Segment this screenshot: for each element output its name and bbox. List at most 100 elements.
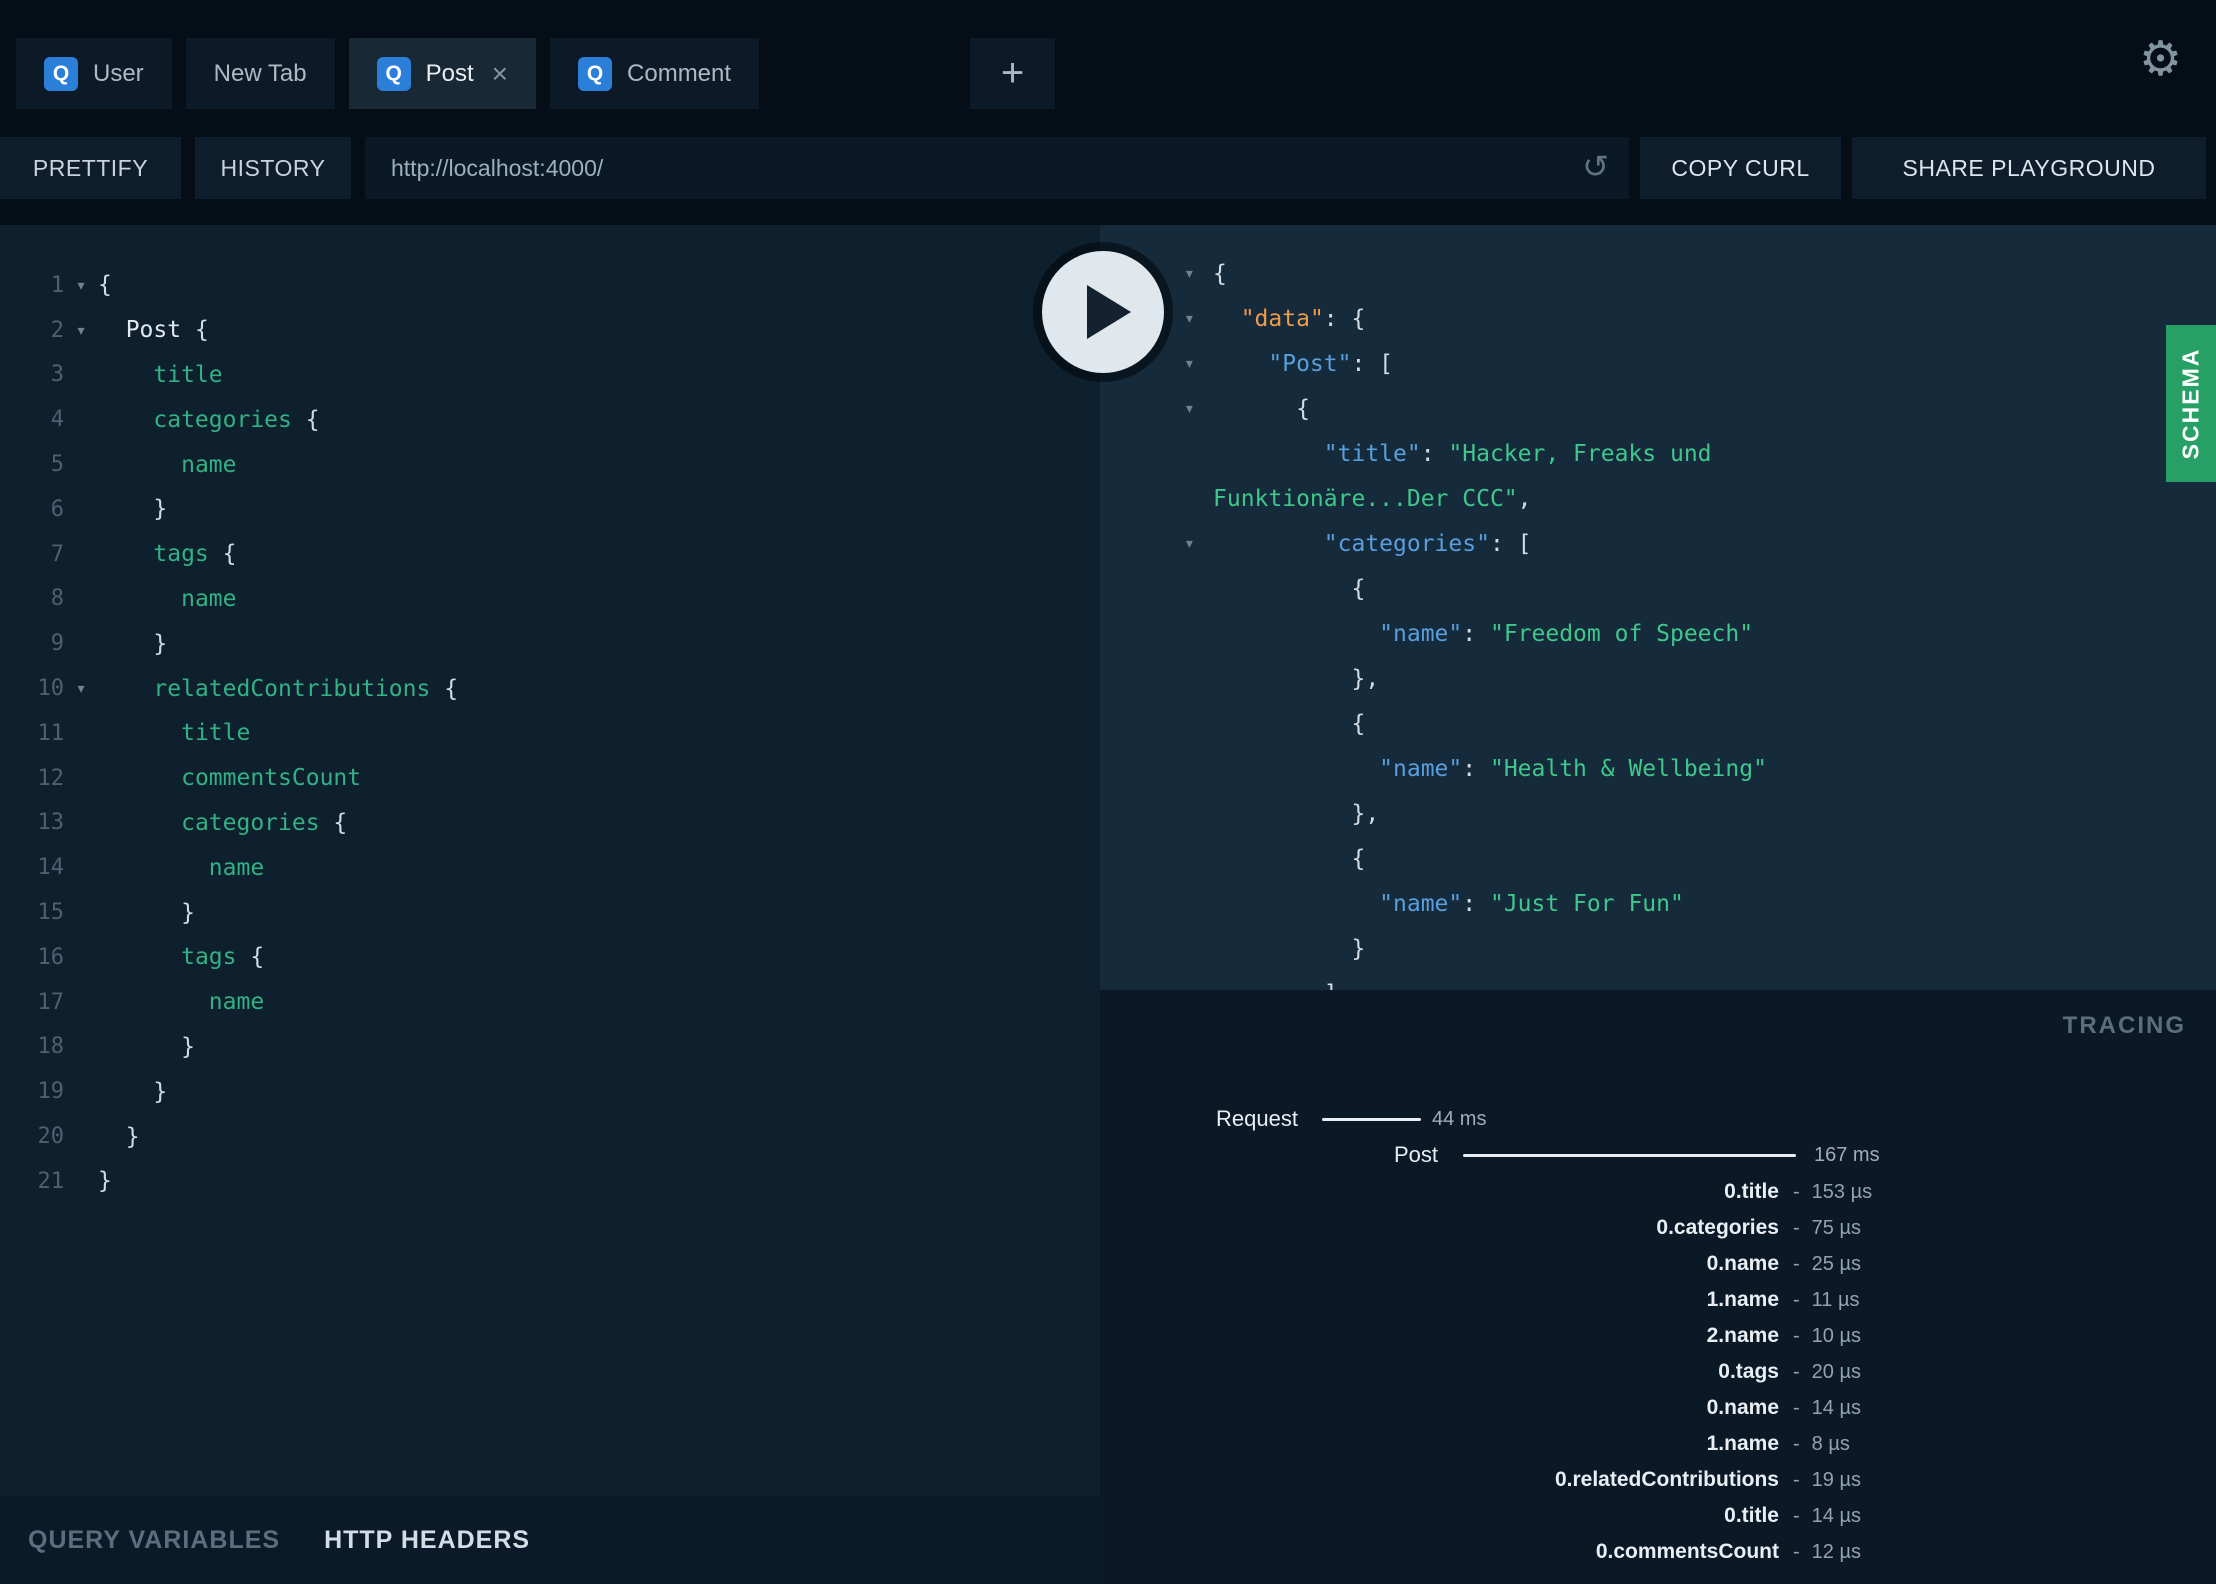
response-line: }, bbox=[1100, 656, 2216, 701]
tracing-field-row: 0.relatedContributions -19 µs bbox=[1100, 1462, 2216, 1498]
code-text: commentsCount bbox=[181, 765, 362, 792]
code-text: } bbox=[98, 1123, 140, 1150]
response-line: ▾{ bbox=[1100, 251, 2216, 296]
history-button[interactable]: HISTORY bbox=[195, 137, 351, 199]
code-text: { bbox=[1213, 575, 1366, 602]
line-number: 21 bbox=[37, 1168, 65, 1194]
code-text: title bbox=[153, 361, 223, 388]
code-text: { bbox=[98, 272, 112, 299]
fold-arrow-icon[interactable]: ▾ bbox=[1100, 533, 1213, 554]
http-headers-tab[interactable]: HTTP HEADERS bbox=[324, 1526, 530, 1555]
tab-comment[interactable]: Q Comment bbox=[550, 38, 760, 109]
code-text: }, bbox=[1213, 800, 1380, 827]
tracing-field-label: 0.name bbox=[1706, 1252, 1779, 1275]
tracing-field-value: 11 µs bbox=[1811, 1288, 1860, 1311]
code-text: name bbox=[208, 854, 265, 881]
tab-user[interactable]: Q User bbox=[16, 38, 172, 109]
query-badge-icon: Q bbox=[578, 56, 613, 91]
code-text: }, bbox=[1213, 665, 1380, 692]
code-text: ] bbox=[1213, 981, 1338, 991]
query-variables-tab[interactable]: QUERY VARIABLES bbox=[28, 1526, 280, 1555]
code-text: } bbox=[98, 496, 168, 523]
tracing-field-row: 1.name -11 µs bbox=[1100, 1282, 2216, 1318]
query-badge-icon: Q bbox=[44, 56, 78, 91]
query-editor[interactable]: 1 ▾{2 ▾ Post {3 title 4 categories {5 name 6… bbox=[0, 225, 1100, 1496]
query-line: 6 } bbox=[0, 487, 1100, 532]
tracing-field-value: 8 µs bbox=[1811, 1432, 1850, 1455]
tracing-field-row: 0.title -153 µs bbox=[1100, 1174, 2216, 1210]
tab-label: User bbox=[93, 59, 144, 87]
tracing-field-row: 2.name -10 µs bbox=[1100, 1318, 2216, 1354]
tracing-span-bar bbox=[1463, 1154, 1796, 1157]
line-number: 5 bbox=[50, 452, 64, 478]
play-icon bbox=[1087, 285, 1131, 339]
query-line: 10 ▾ relatedContributions { bbox=[0, 666, 1100, 711]
query-line: 9 } bbox=[0, 621, 1100, 666]
response-line: { bbox=[1100, 566, 2216, 611]
query-badge-icon: Q bbox=[376, 56, 411, 91]
code-text: } bbox=[98, 1168, 112, 1195]
endpoint-url-bar[interactable]: http://localhost:4000/ ↺ bbox=[365, 137, 1629, 199]
line-number: 18 bbox=[37, 1034, 65, 1060]
tracing-field-row: 0.tags -20 µs bbox=[1100, 1354, 2216, 1390]
tracing-span-post: Post 167 ms bbox=[1100, 1140, 2216, 1170]
line-number: 15 bbox=[37, 900, 65, 926]
prettify-button[interactable]: PRETTIFY bbox=[0, 137, 181, 199]
line-number: 7 bbox=[50, 541, 64, 567]
tab-post[interactable]: Q Post × bbox=[348, 38, 537, 109]
fold-arrow-icon[interactable]: ▾ bbox=[64, 320, 98, 341]
tracing-field-dash: - bbox=[1793, 1252, 1800, 1275]
code-text: } bbox=[98, 630, 168, 657]
code-text: tags { bbox=[153, 541, 237, 568]
tracing-field-value: 14 µs bbox=[1811, 1504, 1861, 1527]
line-number: 12 bbox=[37, 765, 65, 791]
header: Q User New Tab Q Post × Q Comment + ⚙ PRETTIFY … bbox=[0, 0, 2216, 225]
tab-new-tab[interactable]: New Tab bbox=[185, 38, 335, 109]
code-text: } bbox=[98, 899, 195, 926]
query-line: 4 categories { bbox=[0, 397, 1100, 442]
fold-arrow-icon[interactable]: ▾ bbox=[1100, 398, 1213, 419]
code-text: } bbox=[98, 1033, 195, 1060]
tracing-field-dash: - bbox=[1793, 1288, 1800, 1311]
reload-icon[interactable]: ↺ bbox=[1582, 147, 1609, 185]
tracing-field-value: 25 µs bbox=[1811, 1252, 1861, 1275]
new-tab-button[interactable]: + bbox=[970, 38, 1055, 109]
response-line: } bbox=[1100, 926, 2216, 971]
tracing-span-label: Post bbox=[1393, 1142, 1438, 1167]
copy-curl-button[interactable]: COPY CURL bbox=[1640, 137, 1841, 199]
response-line: "name": "Freedom of Speech" bbox=[1100, 611, 2216, 656]
response-viewer[interactable]: ▾{▾ "data": {▾ "Post": [▾ { "title": "Ha… bbox=[1100, 225, 2216, 990]
response-line: ▾ "categories": [ bbox=[1100, 521, 2216, 566]
schema-tab-button[interactable]: SCHEMA bbox=[2166, 325, 2216, 482]
tracing-field-label: 2.name bbox=[1706, 1324, 1779, 1347]
line-number: 8 bbox=[50, 586, 64, 612]
tracing-field-row: 1.name -8 µs bbox=[1100, 1426, 2216, 1462]
close-tab-icon[interactable]: × bbox=[492, 59, 508, 88]
tab-label: Comment bbox=[627, 59, 732, 87]
query-line: 2 ▾ Post { bbox=[0, 308, 1100, 353]
execute-query-button[interactable] bbox=[1042, 251, 1164, 373]
query-line: 17 name bbox=[0, 980, 1100, 1025]
line-number: 3 bbox=[50, 362, 64, 388]
tracing-field-dash: - bbox=[1793, 1360, 1800, 1383]
code-text: { bbox=[1213, 395, 1310, 422]
share-playground-button[interactable]: SHARE PLAYGROUND bbox=[1852, 137, 2206, 199]
tracing-field-dash: - bbox=[1793, 1216, 1800, 1239]
fold-arrow-icon[interactable]: ▾ bbox=[64, 275, 98, 296]
response-line: Funktionäre...Der CCC", bbox=[1100, 476, 2216, 521]
tracing-field-value: 10 µs bbox=[1811, 1324, 1861, 1347]
endpoint-url[interactable]: http://localhost:4000/ bbox=[391, 155, 603, 182]
code-text: "name": "Just For Fun" bbox=[1379, 890, 1684, 917]
settings-gear-icon[interactable]: ⚙ bbox=[2139, 36, 2182, 84]
query-line: 5 name bbox=[0, 442, 1100, 487]
line-number: 10 bbox=[37, 676, 65, 702]
query-line: 18 } bbox=[0, 1025, 1100, 1070]
tracing-field-label: 1.name bbox=[1706, 1432, 1779, 1455]
graphql-playground: Q User New Tab Q Post × Q Comment + ⚙ PRETTIFY … bbox=[0, 0, 2216, 1584]
code-text: { bbox=[1213, 710, 1366, 737]
code-text: title bbox=[181, 720, 251, 747]
tab-label: New Tab bbox=[213, 59, 307, 87]
fold-arrow-icon[interactable]: ▾ bbox=[64, 678, 98, 699]
query-line: 14 name bbox=[0, 845, 1100, 890]
tracing-field-value: 20 µs bbox=[1811, 1360, 1861, 1383]
